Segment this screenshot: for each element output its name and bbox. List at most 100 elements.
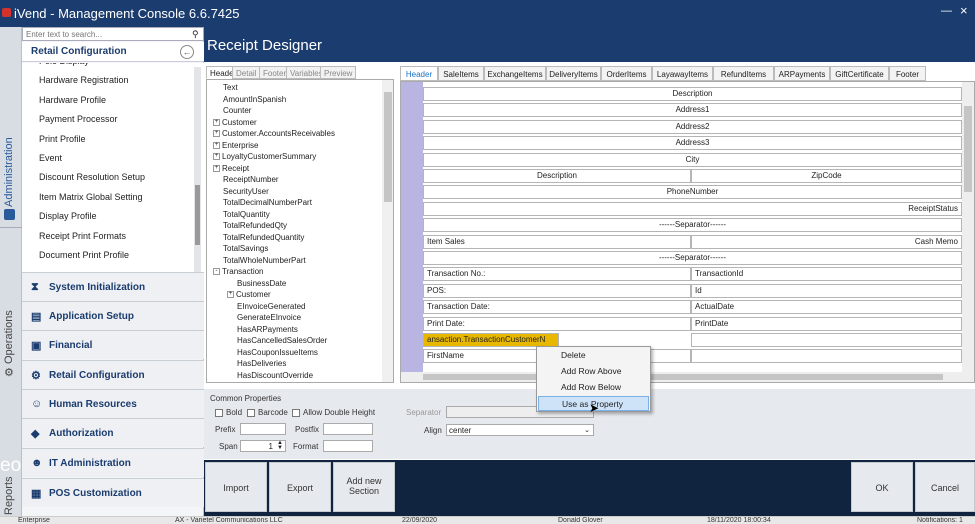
grid-cell[interactable]: Id (691, 283, 962, 298)
import-button[interactable]: Import (205, 462, 267, 512)
tree-node[interactable]: SecurityUser (223, 187, 269, 196)
nav-section-4[interactable]: ☺ Human Resources (22, 389, 204, 418)
grid-cell[interactable]: Transaction Date: (423, 300, 691, 315)
nav-item[interactable]: Document Print Profile (22, 246, 204, 265)
barcode-checkbox[interactable] (247, 409, 255, 417)
nav-section-1[interactable]: ▤ Application Setup (22, 301, 204, 330)
nav-section-0[interactable]: ⧗ System Initialization (22, 272, 204, 301)
grid-cell[interactable]: ActualDate (691, 300, 962, 315)
tree-node[interactable]: BusinessDate (237, 279, 286, 288)
tree-node[interactable]: HasDiscountOverride (237, 371, 313, 380)
nav-item[interactable]: Receipt Print Formats (22, 227, 204, 246)
grid-cell[interactable]: ------Separator------ (423, 251, 962, 265)
nav-section-7[interactable]: ▦ POS Customization (22, 478, 204, 507)
format-input[interactable] (323, 440, 373, 452)
tree-node[interactable]: ReceiptNumber (223, 175, 279, 184)
tree-node[interactable]: HasCouponIssueItems (237, 348, 318, 357)
tree-node[interactable]: TotalQuantity (223, 210, 270, 219)
nav-item[interactable]: Display Profile (22, 207, 204, 226)
tree-node[interactable]: HasCancelledSalesOrder (237, 336, 327, 345)
grid-cell[interactable]: Description (423, 87, 962, 101)
tree-node[interactable]: TotalDecimalNumberPart (223, 198, 312, 207)
tree-node[interactable]: TotalRefundedQty (223, 221, 287, 230)
tree-node[interactable]: TotalSavings (223, 244, 268, 253)
grid-vscroll-thumb[interactable] (964, 106, 972, 192)
collapse-back-icon[interactable]: ← (180, 45, 194, 59)
section-tab[interactable]: SaleItems (438, 66, 484, 81)
bold-checkbox[interactable] (215, 409, 223, 417)
nav-scroll-thumb[interactable] (195, 185, 200, 245)
reports-tab[interactable]: Reports (3, 476, 15, 515)
ok-button[interactable]: OK (851, 462, 913, 512)
section-tab[interactable]: ARPayments (774, 66, 830, 81)
grid-cell[interactable]: ReceiptStatus (423, 201, 962, 216)
grid-cell[interactable]: Print Date: (423, 316, 691, 331)
section-tab[interactable]: LayawayItems (652, 66, 713, 81)
minimize-icon[interactable]: — (941, 5, 952, 17)
administration-tab[interactable]: Administration (3, 137, 15, 207)
nav-section-2[interactable]: ▣ Financial (22, 330, 204, 359)
grid-cell[interactable]: ZipCode (691, 169, 962, 183)
section-tab[interactable]: Header (400, 66, 438, 81)
grid-cell[interactable]: Description (423, 169, 691, 183)
section-tab[interactable]: DeliveryItems (546, 66, 601, 81)
align-select[interactable]: center ⌄ (446, 424, 594, 436)
grid-cell[interactable]: Address2 (423, 119, 962, 134)
left-tab[interactable]: Detail (232, 66, 261, 79)
add-new-section-button[interactable]: Add new Section (333, 462, 395, 512)
tree-node[interactable]: - Transaction (213, 267, 264, 276)
grid-cell[interactable]: City (423, 152, 962, 167)
operations-tab[interactable]: Operations (3, 310, 15, 364)
export-button[interactable]: Export (269, 462, 331, 512)
allow-double-height-checkbox[interactable] (292, 409, 300, 417)
nav-section-6[interactable]: ☻ IT Administration (22, 448, 204, 477)
prefix-input[interactable] (240, 423, 286, 435)
grid-cell[interactable]: Cash Memo (691, 234, 962, 249)
tree-scrollbar[interactable] (382, 80, 393, 382)
expand-toggle-icon[interactable]: + (213, 164, 220, 172)
cancel-button[interactable]: Cancel (915, 462, 975, 512)
expand-toggle-icon[interactable]: - (213, 268, 220, 276)
tree-node[interactable]: + LoyaltyCustomerSummary (213, 152, 316, 161)
tree-scroll-thumb[interactable] (384, 92, 392, 202)
grid-cell[interactable]: PhoneNumber (423, 185, 962, 200)
nav-section-5[interactable]: ◆ Authorization (22, 418, 204, 447)
tree-node[interactable]: Text (223, 83, 238, 92)
tree-node[interactable]: HasDeliveries (237, 359, 286, 368)
nav-item[interactable]: Hardware Profile (22, 91, 204, 110)
grid-cell[interactable]: PrintDate (691, 316, 962, 331)
tree-node[interactable]: TotalRefundedQuantity (223, 233, 304, 242)
nav-item[interactable]: Hardware Registration (22, 71, 204, 90)
expand-toggle-icon[interactable]: + (213, 153, 220, 161)
context-menu-item[interactable]: Delete (538, 348, 649, 363)
grid-cell[interactable]: Address3 (423, 136, 962, 151)
tree-node[interactable]: HasARPayments (237, 325, 298, 334)
section-tab[interactable]: GiftCertificate (830, 66, 889, 81)
grid-cell[interactable]: POS: (423, 283, 691, 298)
section-tab[interactable]: RefundItems (713, 66, 774, 81)
tree-node[interactable]: + Customer (227, 290, 271, 299)
nav-item[interactable]: Item Matrix Global Setting (22, 188, 204, 207)
tree-node[interactable]: AmountInSpanish (223, 95, 286, 104)
tree-node[interactable]: + Enterprise (213, 141, 258, 150)
tree-node[interactable]: + Customer (213, 118, 257, 127)
nav-scrollbar[interactable] (194, 67, 201, 287)
tree-node[interactable]: + Receipt (213, 164, 249, 173)
nav-section-3[interactable]: ⚙ Retail Configuration (22, 360, 204, 389)
section-tab[interactable]: Footer (889, 66, 926, 81)
left-tab[interactable]: Preview (320, 66, 357, 79)
grid-hscroll-thumb[interactable] (423, 374, 943, 380)
grid-cell[interactable]: ------Separator------ (423, 218, 962, 233)
section-tab[interactable]: OrderItems (601, 66, 652, 81)
postfix-input[interactable] (323, 423, 373, 435)
expand-toggle-icon[interactable]: + (213, 141, 220, 149)
span-spin-icon[interactable]: ▲ ▼ (277, 440, 283, 451)
nav-item[interactable]: Event (22, 149, 204, 168)
grid-cell[interactable]: ansaction.TransactionCustomerN (423, 333, 559, 347)
grid-cell[interactable]: TransactionId (691, 267, 962, 282)
expand-toggle-icon[interactable]: + (213, 130, 220, 138)
context-menu-item[interactable]: Add Row Below (538, 380, 649, 395)
grid-vertical-scrollbar[interactable] (962, 82, 974, 372)
close-icon[interactable]: × (960, 3, 968, 18)
search-icon[interactable]: ⚲ (192, 29, 199, 40)
